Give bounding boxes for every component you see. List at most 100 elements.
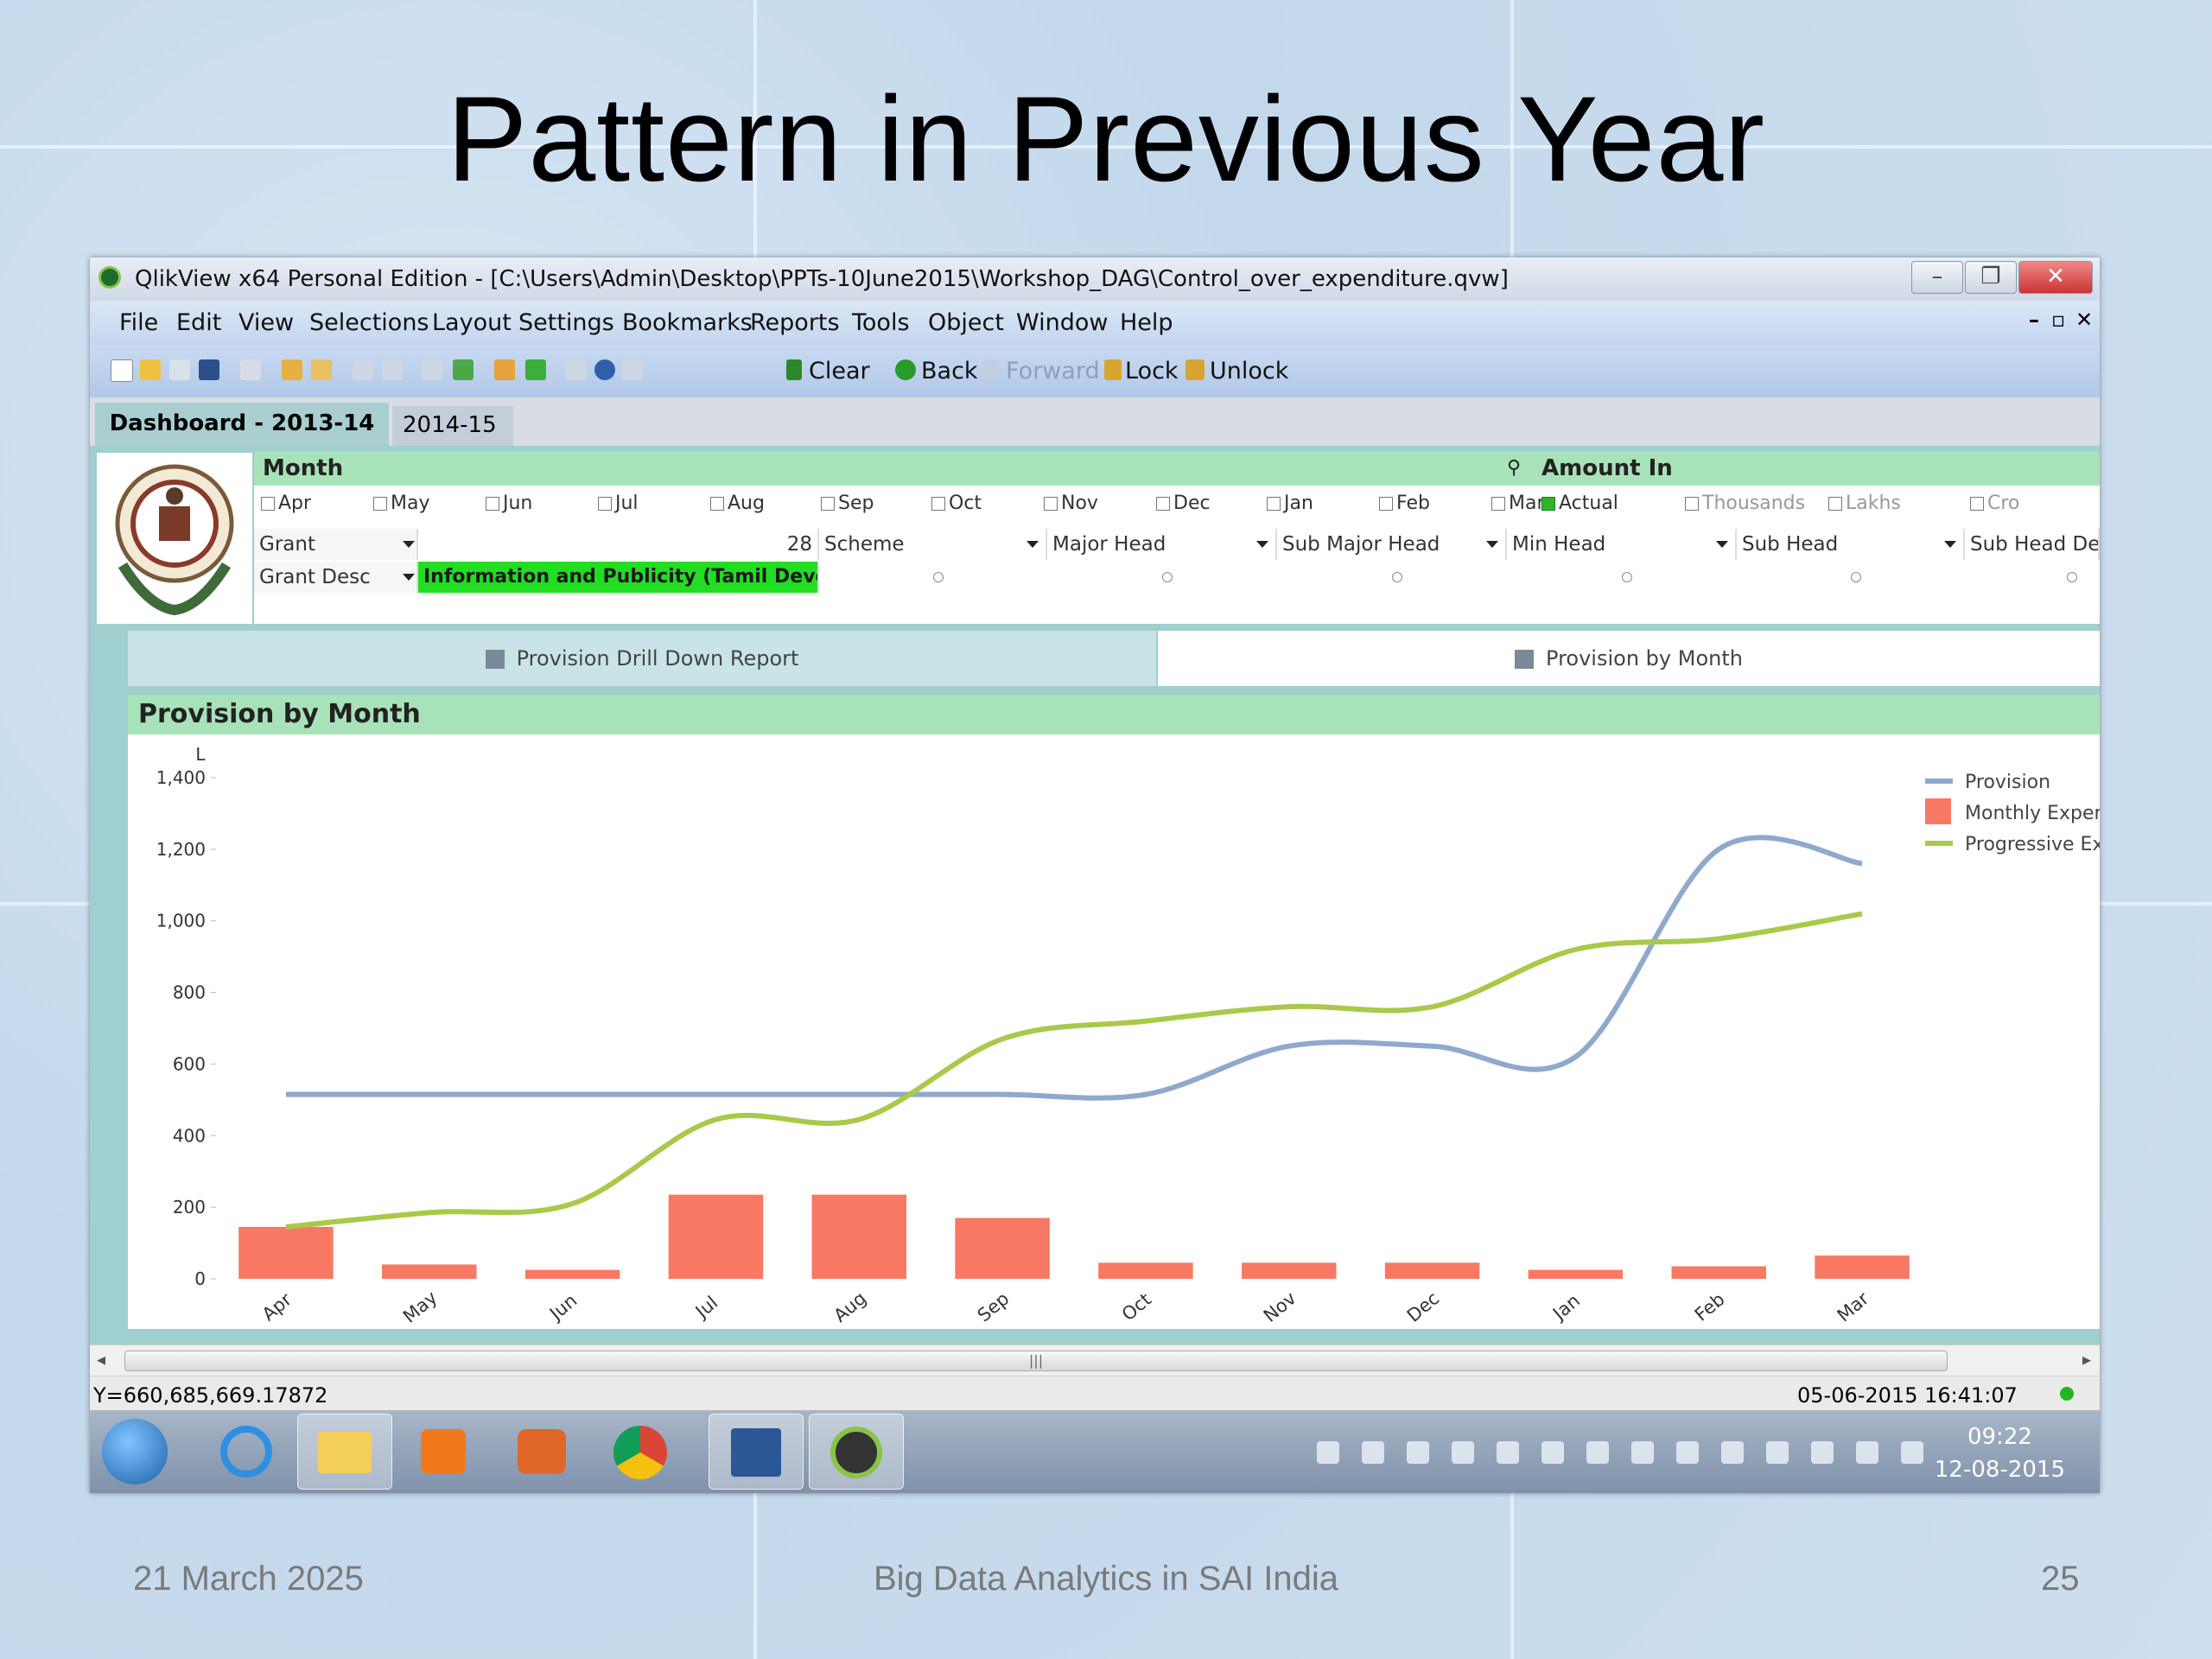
back-button[interactable]: Back [921, 358, 978, 385]
column-dropdown-icon[interactable] [1486, 541, 1498, 548]
edit-script-icon[interactable] [282, 359, 302, 380]
chrome-icon[interactable] [593, 1414, 688, 1490]
lock-button[interactable]: Lock [1125, 358, 1179, 385]
search-circle-icon[interactable] [1851, 572, 1861, 582]
start-button[interactable] [102, 1419, 168, 1484]
select-fields-icon[interactable] [453, 359, 474, 380]
grant-desc-dropdown-icon[interactable] [403, 574, 415, 581]
context-help-icon[interactable] [622, 359, 643, 380]
doc-minimize-icon[interactable]: – [2029, 308, 2039, 332]
minimize-button[interactable]: – [1911, 261, 1963, 294]
menu-tools[interactable]: Tools [852, 309, 910, 336]
reload-icon[interactable] [169, 359, 190, 380]
month-option-dec[interactable]: Dec [1156, 493, 1211, 514]
close-button[interactable]: ✕ [2018, 261, 2093, 294]
qlikview-taskbar-icon[interactable] [809, 1414, 904, 1490]
tray-icon[interactable] [1766, 1441, 1789, 1464]
grant-desc-field[interactable]: Grant Desc [254, 562, 418, 593]
doc-restore-icon[interactable]: ▫ [2051, 308, 2065, 332]
media-player-icon[interactable] [396, 1414, 491, 1490]
amount-option-actual[interactable]: Actual [1541, 493, 1618, 514]
properties-icon[interactable] [565, 359, 586, 380]
tray-icon[interactable] [1811, 1441, 1834, 1464]
open-icon[interactable] [140, 359, 161, 380]
grant-value[interactable]: 28 [418, 529, 819, 560]
tray-icon[interactable] [1497, 1441, 1519, 1464]
doc-close-icon[interactable]: ✕ [2075, 308, 2093, 332]
month-option-aug[interactable]: Aug [710, 493, 765, 514]
tray-icon[interactable] [1631, 1441, 1654, 1464]
redo-icon[interactable] [382, 359, 403, 380]
search-icon[interactable]: ⚲ [1507, 451, 1521, 486]
amount-option-lakhs[interactable]: Lakhs [1828, 493, 1901, 514]
tray-icon[interactable] [1452, 1441, 1474, 1464]
month-option-may[interactable]: May [373, 493, 429, 514]
forward-button[interactable]: Forward [1006, 358, 1100, 385]
column-sub-head-desc[interactable]: Sub Head Desc [1965, 529, 2100, 560]
search-circle-icon[interactable] [1392, 572, 1402, 582]
paint-icon[interactable] [494, 1414, 589, 1490]
scroll-thumb[interactable]: ||| [124, 1351, 1948, 1371]
menu-window[interactable]: Window [1016, 309, 1108, 336]
clock[interactable]: 09:22 12-08-2015 [1935, 1421, 2065, 1486]
tray-icon[interactable] [1586, 1441, 1609, 1464]
menu-edit[interactable]: Edit [176, 309, 221, 336]
grant-desc-value[interactable]: Information and Publicity (Tamil Deve... [418, 562, 819, 593]
tray-icon[interactable] [1317, 1441, 1339, 1464]
menu-object[interactable]: Object [928, 309, 1004, 336]
scroll-right-icon[interactable]: ▸ [2082, 1349, 2091, 1370]
help-icon[interactable] [594, 359, 615, 380]
menu-layout[interactable]: Layout [432, 309, 512, 336]
column-dropdown-icon[interactable] [1027, 541, 1039, 548]
menu-bookmarks[interactable]: Bookmarks [622, 309, 753, 336]
word-icon[interactable] [709, 1414, 804, 1490]
menu-settings[interactable]: Settings [518, 309, 614, 336]
search-circle-icon[interactable] [933, 572, 944, 582]
column-sub-major-head[interactable]: Sub Major Head [1277, 529, 1507, 560]
column-major-head[interactable]: Major Head [1047, 529, 1277, 560]
tray-icon[interactable] [1901, 1441, 1923, 1464]
column-sub-head[interactable]: Sub Head [1737, 529, 1965, 560]
provision-by-month-chart[interactable]: L 0 200 400 600 800 1,000 1,200 1,400 Apr May Jun Ju… [128, 734, 2100, 1329]
favorite-icon[interactable] [525, 359, 546, 380]
tray-icon[interactable] [1362, 1441, 1384, 1464]
column-min-head[interactable]: Min Head [1507, 529, 1737, 560]
horizontal-scrollbar[interactable]: ◂ ||| ▸ [90, 1344, 2100, 1376]
search-icon[interactable] [422, 359, 442, 380]
column-dropdown-icon[interactable] [1944, 541, 1956, 548]
clear-button[interactable]: Clear [809, 358, 870, 385]
internet-explorer-icon[interactable] [199, 1414, 294, 1490]
provision-drill-down-report-button[interactable]: Provision Drill Down Report [128, 631, 1156, 686]
month-option-jun[interactable]: Jun [486, 493, 532, 514]
month-option-oct[interactable]: Oct [931, 493, 982, 514]
tab-dashboard-2013-14[interactable]: Dashboard - 2013-14 [95, 403, 389, 446]
tray-icon[interactable] [1407, 1441, 1429, 1464]
menu-help[interactable]: Help [1120, 309, 1173, 336]
search-circle-icon[interactable] [2067, 572, 2077, 582]
save-icon[interactable] [199, 359, 219, 380]
column-dropdown-icon[interactable] [1716, 541, 1728, 548]
menu-file[interactable]: File [119, 309, 158, 336]
month-option-apr[interactable]: Apr [261, 493, 311, 514]
amount-option-thousands[interactable]: Thousands [1685, 493, 1805, 514]
month-option-feb[interactable]: Feb [1379, 493, 1430, 514]
amount-option-cro[interactable]: Cro [1970, 493, 2019, 514]
menu-reports[interactable]: Reports [750, 309, 840, 336]
month-option-jan[interactable]: Jan [1267, 493, 1313, 514]
menu-view[interactable]: View [238, 309, 294, 336]
tray-icon[interactable] [1541, 1441, 1564, 1464]
month-option-jul[interactable]: Jul [598, 493, 639, 514]
unlock-button[interactable]: Unlock [1210, 358, 1288, 385]
month-option-nov[interactable]: Nov [1044, 493, 1098, 514]
maximize-button[interactable]: ❐ [1965, 261, 2017, 294]
month-option-mar[interactable]: Mar [1491, 493, 1545, 514]
tab-2014-15[interactable]: 2014-15 [392, 406, 513, 469]
menu-selections[interactable]: Selections [309, 309, 429, 336]
search-circle-icon[interactable] [1162, 572, 1173, 582]
reload-data-icon[interactable] [311, 359, 332, 380]
tray-icon[interactable] [1856, 1441, 1878, 1464]
column-scheme[interactable]: Scheme [819, 529, 1047, 560]
month-option-sep[interactable]: Sep [821, 493, 874, 514]
print-icon[interactable] [240, 359, 261, 380]
search-circle-icon[interactable] [1622, 572, 1632, 582]
